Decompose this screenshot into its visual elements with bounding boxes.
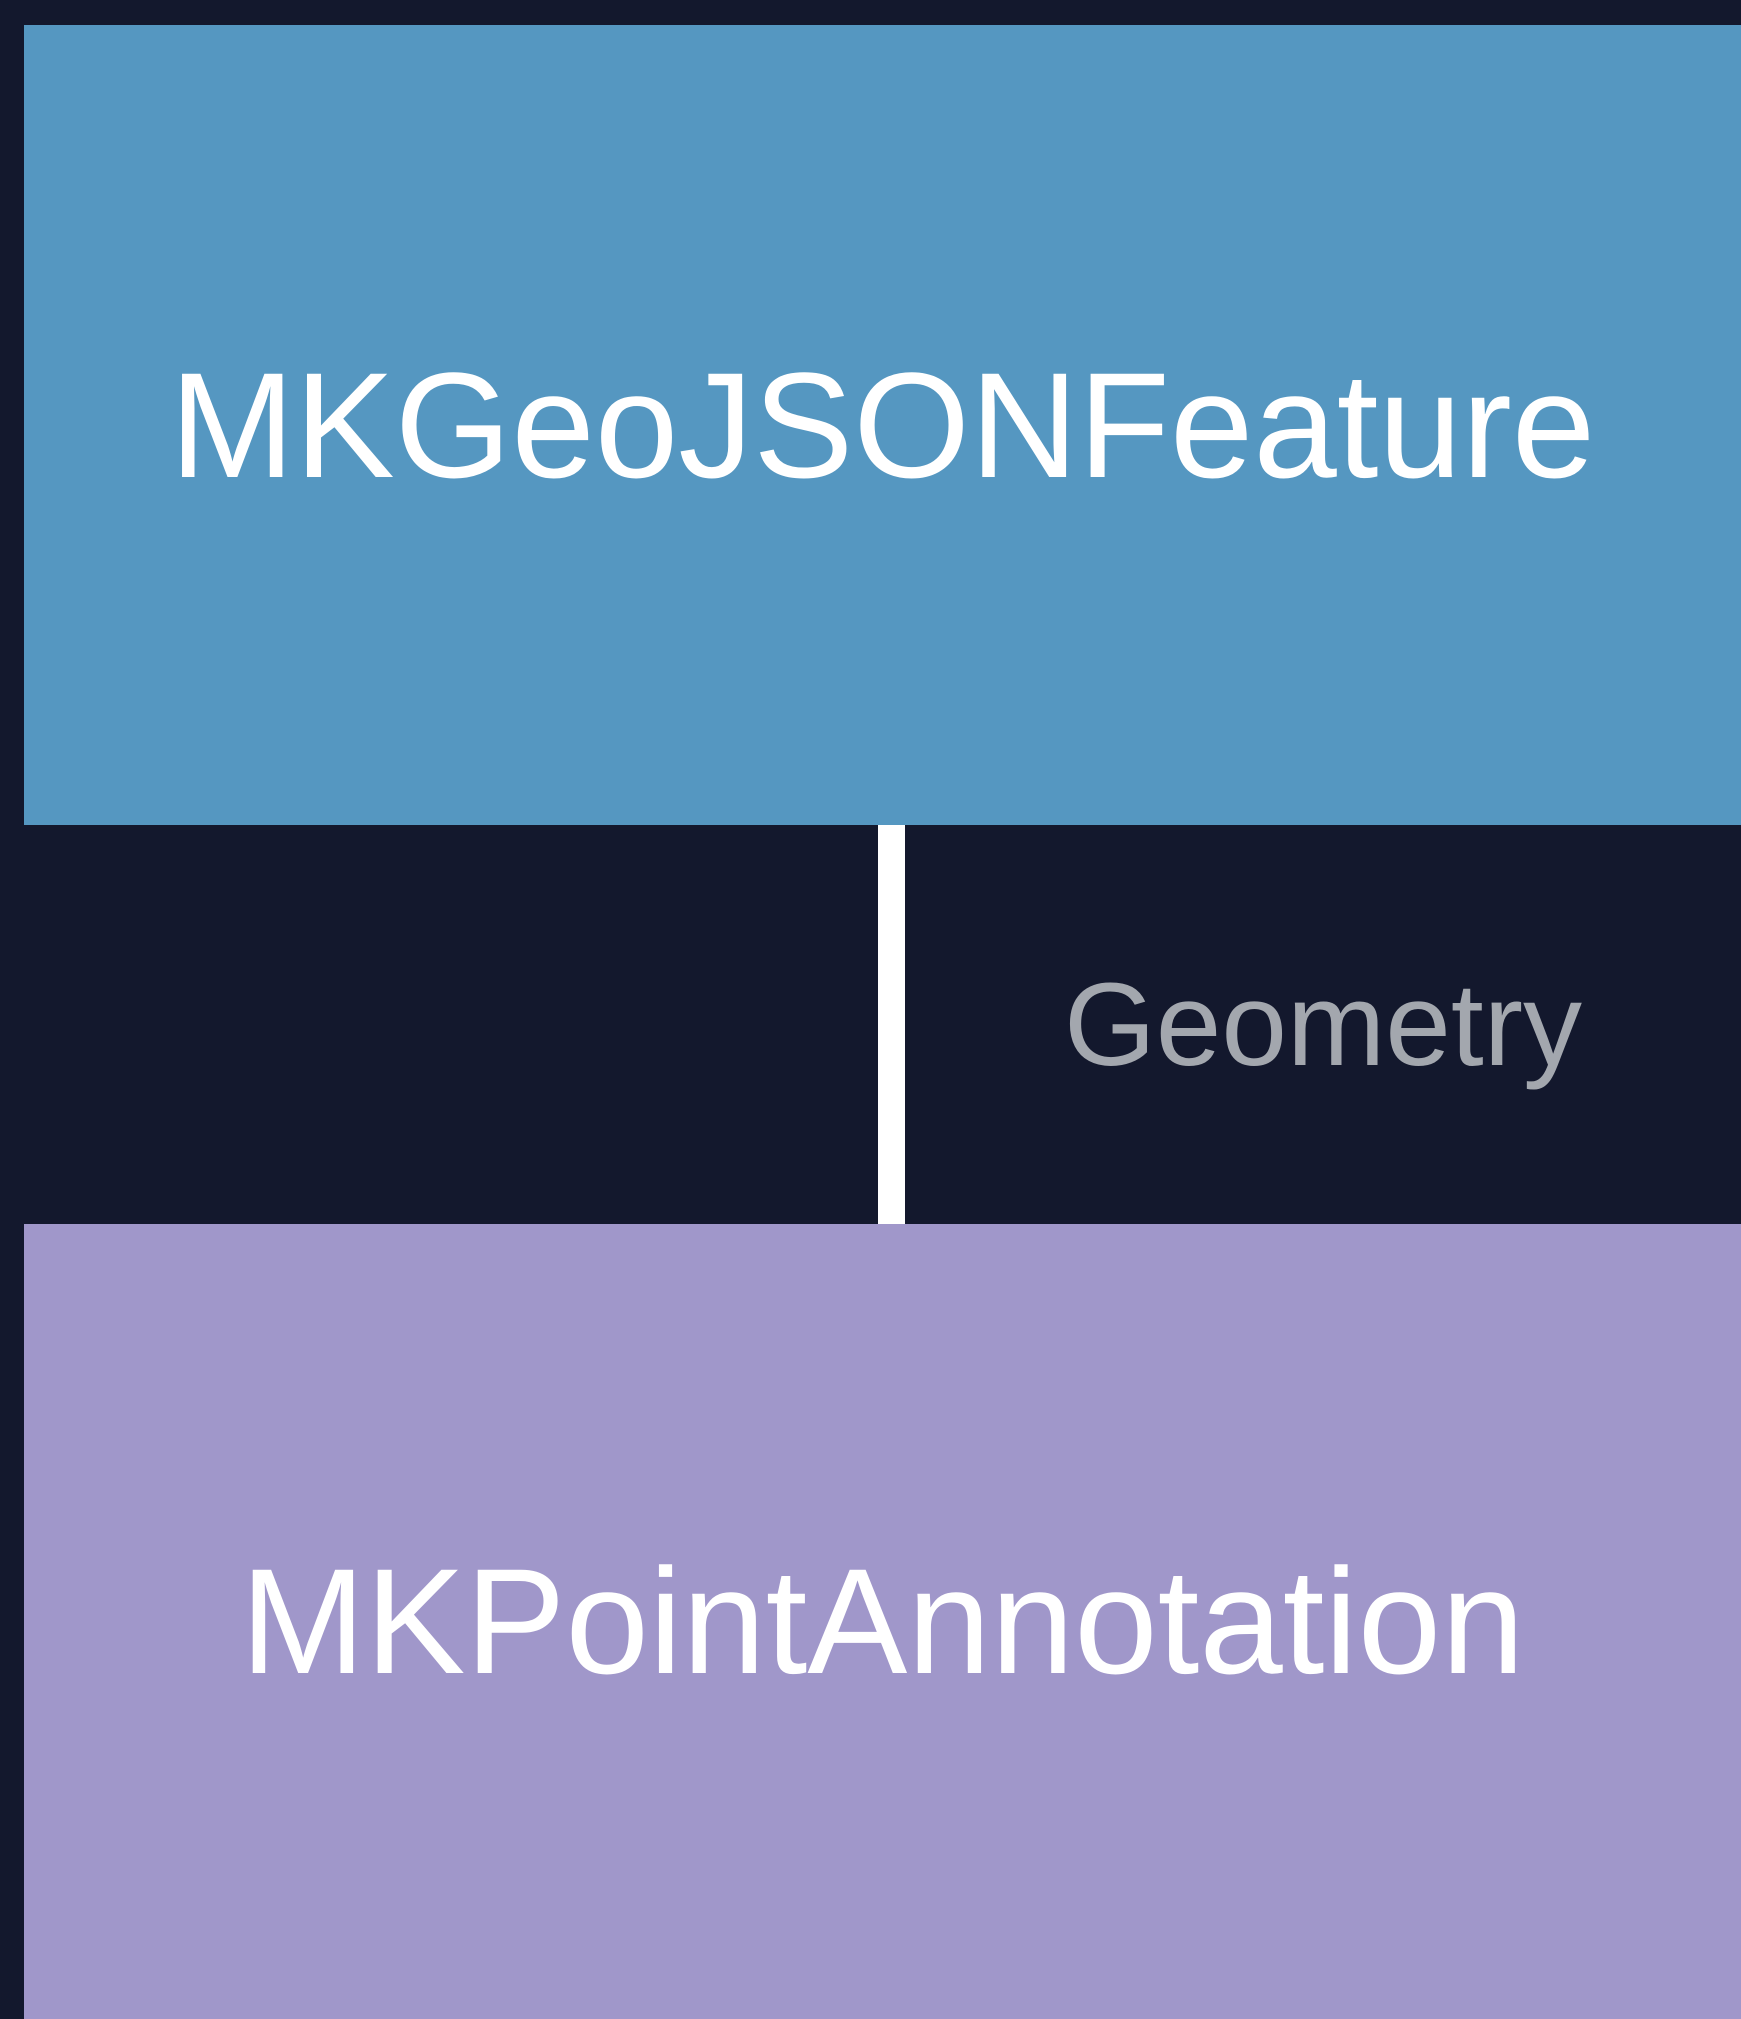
geojson-feature-node: MKGeoJSONFeature — [24, 25, 1741, 825]
geometry-label: Geometry — [1063, 958, 1583, 1091]
point-annotation-label: MKPointAnnotation — [240, 1537, 1525, 1705]
connector-line — [878, 825, 905, 1224]
geojson-feature-label: MKGeoJSONFeature — [169, 340, 1596, 509]
point-annotation-node: MKPointAnnotation — [24, 1224, 1741, 2019]
relationship-label-container: Geometry — [905, 825, 1741, 1224]
